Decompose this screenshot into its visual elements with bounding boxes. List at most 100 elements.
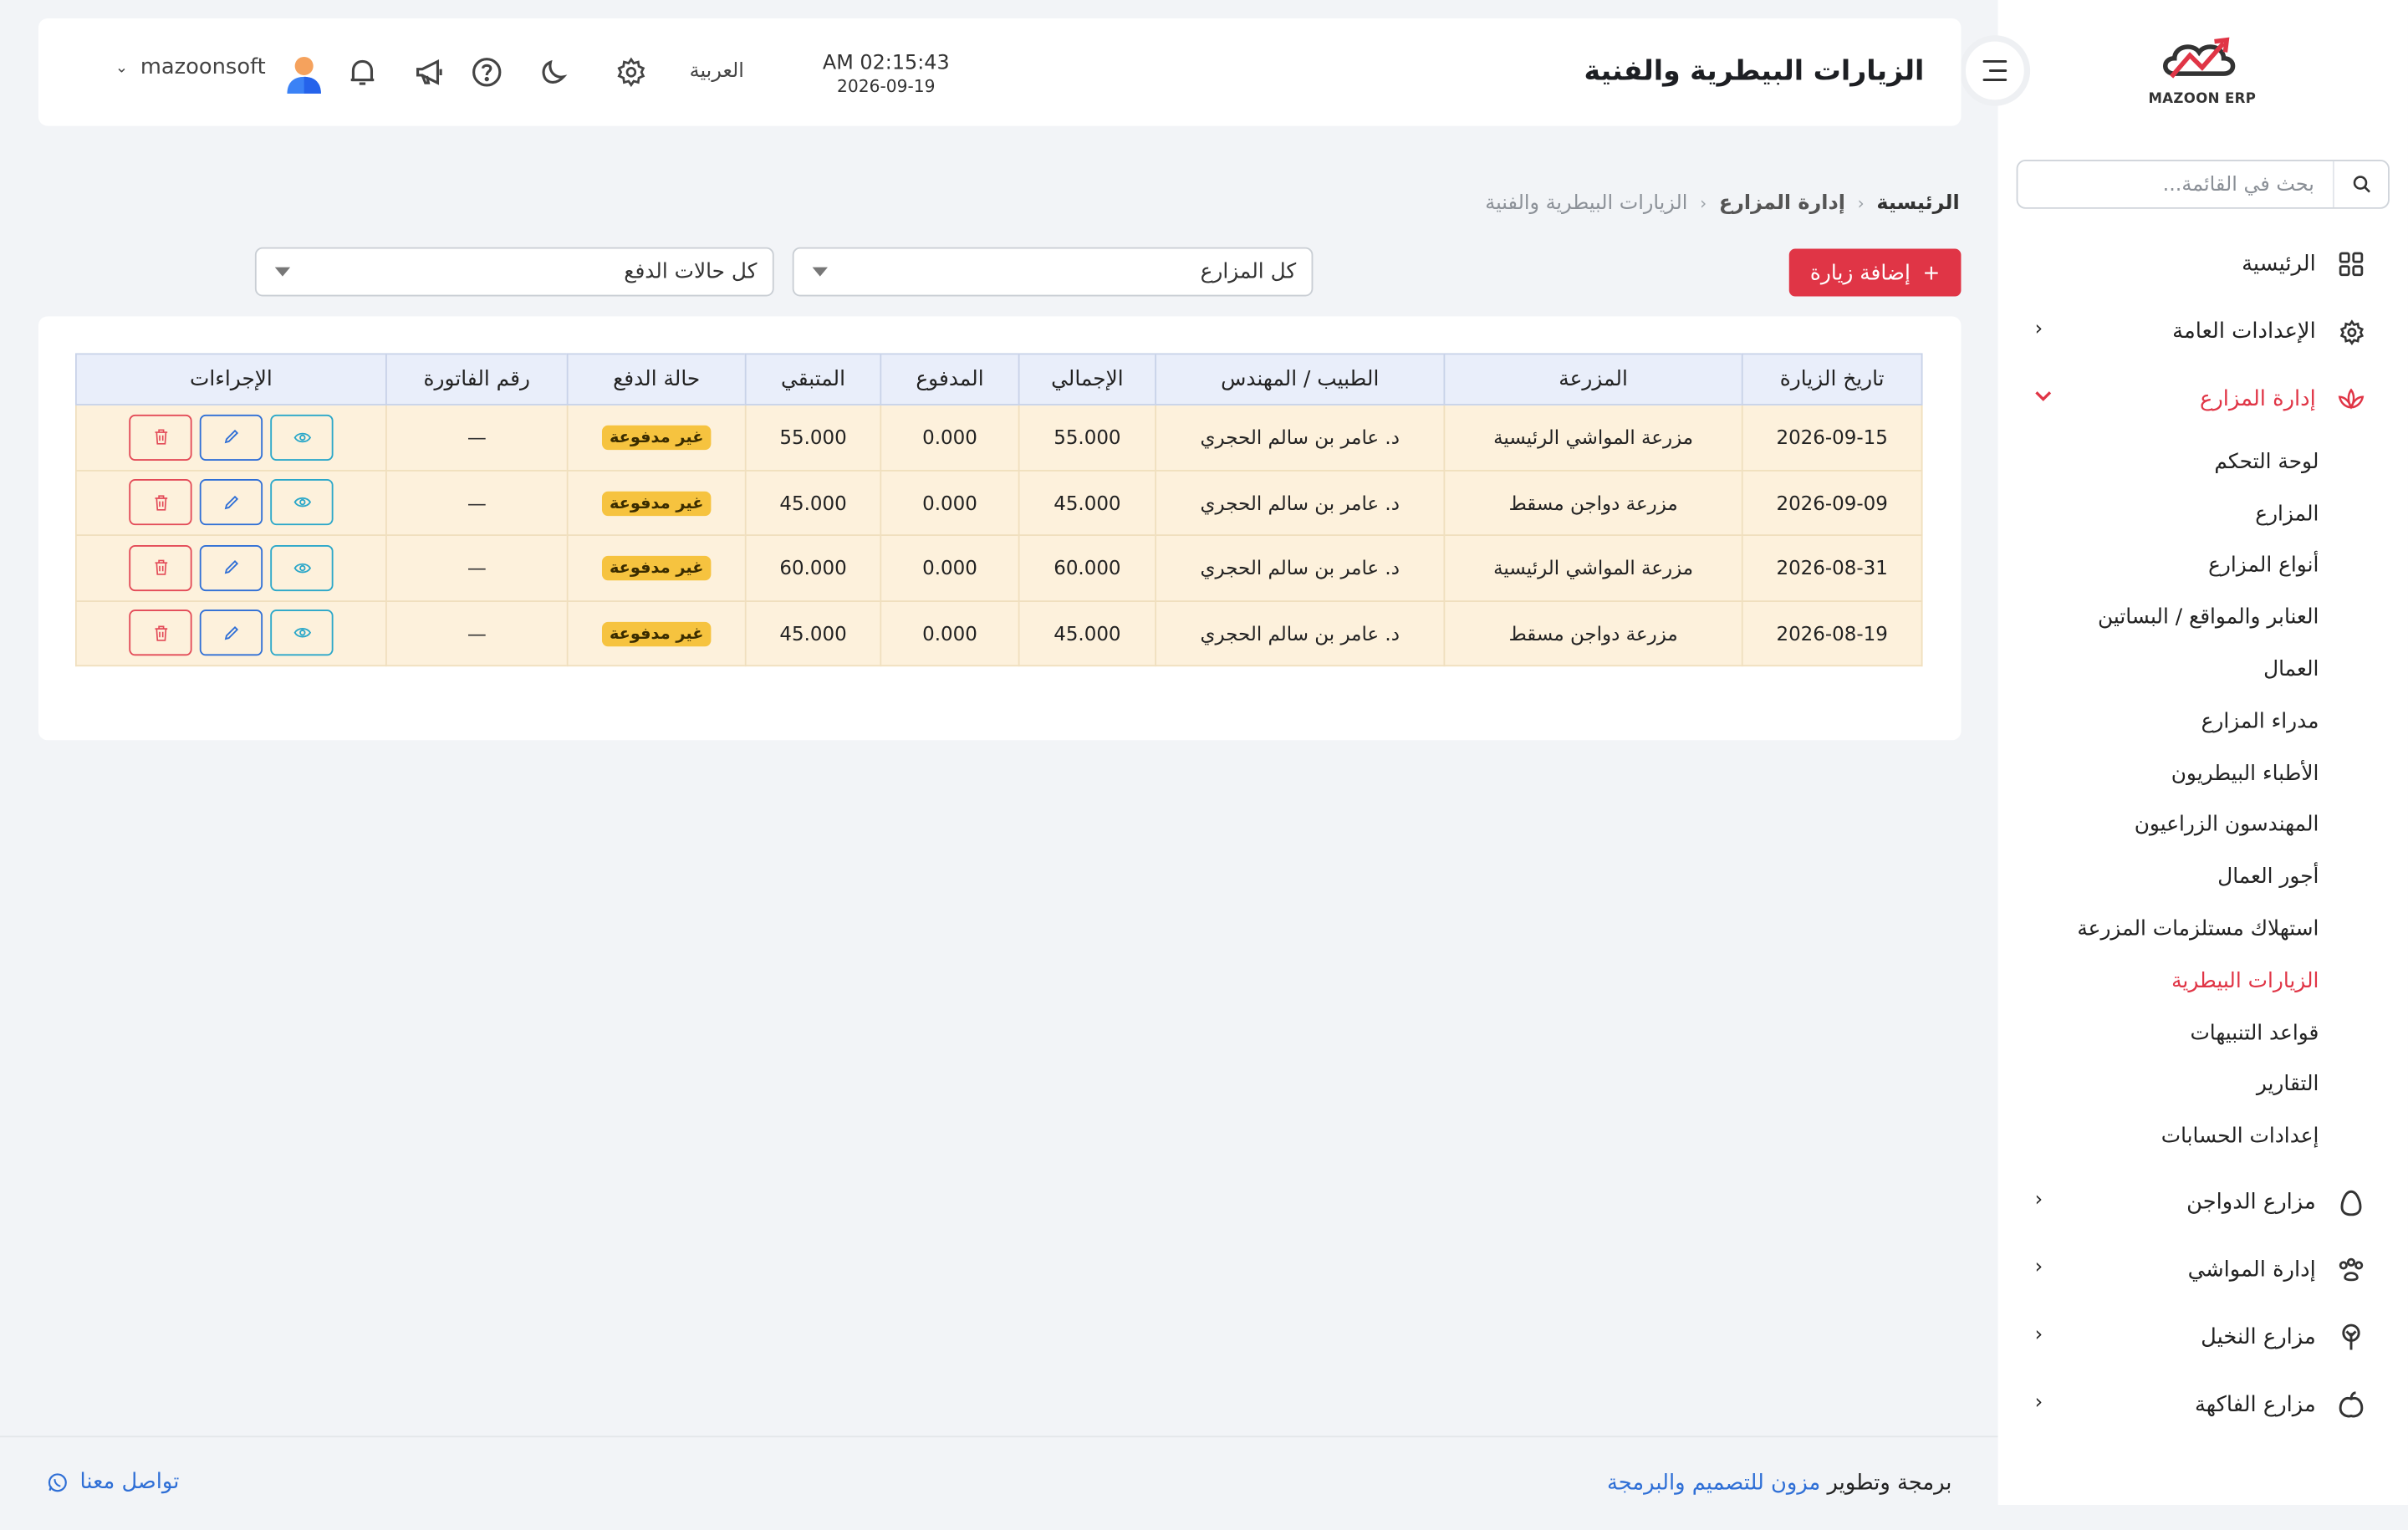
column-header: الإجراءات (74, 353, 387, 405)
payment-status-cell: غير مدفوعة (566, 469, 747, 536)
sidebar-item-home[interactable]: الرئيسية (1998, 231, 2408, 298)
pencil-icon (224, 625, 239, 640)
actions-cell (74, 599, 387, 667)
bell-icon[interactable] (343, 52, 383, 92)
submenu-item-worker-wages[interactable]: أجور العمال (1998, 851, 2408, 903)
remaining-amount: 45.000 (744, 469, 882, 536)
megaphone-icon[interactable] (410, 52, 450, 92)
submenu-item-reports[interactable]: التقارير (1998, 1059, 2408, 1111)
view-button[interactable] (270, 609, 334, 656)
actions-cell (74, 534, 387, 602)
submenu-item-veterinarians[interactable]: الأطباء البيطريون (1998, 747, 2408, 799)
sidebar-item-farm-management[interactable]: إدارة المزارع (1998, 365, 2408, 433)
whatsapp-icon (48, 1472, 67, 1492)
column-header[interactable]: المتبقي (744, 353, 882, 405)
search-icon[interactable] (2332, 161, 2388, 207)
farm-management-submenu: لوحة التحكم المزارع أنواع المزارع العناب… (1998, 433, 2408, 1169)
eye-icon (293, 563, 311, 573)
column-header[interactable]: المدفوع (880, 353, 1020, 405)
clock-time: AM 02:15:43 (822, 52, 950, 75)
pencil-icon (224, 430, 239, 444)
lotus-icon (2334, 382, 2368, 416)
payment-status-filter-select[interactable]: كل حالات الدفع (254, 247, 774, 297)
visits-table-card: تاريخ الزيارة المزرعة الطبيب / المهندس ا… (38, 316, 1962, 741)
sidebar-item-palm-farms[interactable]: مزارع النخيل ‹ (1998, 1304, 2408, 1372)
submenu-item-farm-types[interactable]: أنواع المزارع (1998, 540, 2408, 592)
chevron-left-icon: ‹ (2034, 1188, 2043, 1212)
submenu-item-farms[interactable]: المزارع (1998, 488, 2408, 540)
table-row: 2026-08-19 مزرعة دواجن مسقط د. عامر بن س… (74, 599, 1923, 667)
column-header[interactable]: الإجمالي (1018, 353, 1157, 405)
view-button[interactable] (270, 414, 334, 461)
column-header[interactable]: المزرعة (1443, 353, 1743, 405)
breadcrumb-section[interactable]: إدارة المزارع (1719, 192, 1845, 216)
column-header[interactable]: رقم الفاتورة (385, 353, 569, 405)
submenu-item-vet-visits[interactable]: الزيارات البيطرية (1998, 955, 2408, 1007)
language-switch[interactable]: العربية (690, 60, 744, 84)
sidebar-item-poultry-farms[interactable]: مزارع الدواجن ‹ (1998, 1169, 2408, 1237)
delete-button[interactable] (129, 544, 192, 591)
logo-icon (2163, 37, 2236, 79)
submenu-item-agri-engineers[interactable]: المهندسون الزراعيون (1998, 799, 2408, 851)
view-button[interactable] (270, 479, 334, 526)
breadcrumb-current: الزيارات البيطرية والفنية (1485, 191, 1688, 216)
avatar[interactable] (283, 52, 325, 94)
submenu-item-workers[interactable]: العمال (1998, 644, 2408, 696)
edit-button[interactable] (199, 414, 263, 461)
remaining-amount: 55.000 (744, 404, 882, 471)
visit-date: 2026-08-19 (1741, 599, 1923, 667)
submenu-item-barns[interactable]: العنابر والمواقع / البساتين (1998, 592, 2408, 644)
help-icon[interactable] (467, 52, 507, 92)
paid-amount: 0.000 (880, 534, 1020, 602)
submenu-item-farm-managers[interactable]: مدراء المزارع (1998, 696, 2408, 747)
chevron-left-icon: ‹ (2034, 1256, 2043, 1280)
pencil-icon (224, 560, 239, 574)
edit-button[interactable] (199, 609, 263, 656)
trash-icon (154, 429, 167, 446)
sidebar-item-general-settings[interactable]: الإعدادات العامة ‹ (1998, 298, 2408, 365)
view-button[interactable] (270, 544, 334, 591)
sidebar-item-label: مزارع النخيل (2201, 1325, 2316, 1350)
add-visit-button[interactable]: + إضافة زيارة (1788, 248, 1962, 297)
paid-amount: 0.000 (880, 599, 1020, 667)
logo[interactable]: MAZOON ERP (2144, 33, 2261, 114)
sidebar-search-input[interactable] (2018, 162, 2333, 207)
edit-button[interactable] (199, 479, 263, 526)
breadcrumb-home[interactable]: الرئيسية (1876, 192, 1959, 216)
chevron-down-icon: ⌄ (115, 59, 129, 76)
total-amount: 60.000 (1018, 534, 1157, 602)
column-header[interactable]: تاريخ الزيارة (1741, 353, 1923, 405)
contact-us-link[interactable]: تواصل معنا (48, 1470, 179, 1494)
sidebar-item-livestock[interactable]: إدارة المواشي ‹ (1998, 1237, 2408, 1304)
farm-name: مزرعة المواشي الرئيسية (1443, 534, 1743, 602)
visit-date: 2026-09-15 (1741, 404, 1923, 471)
submenu-item-alert-rules[interactable]: قواعد التنبيهات (1998, 1007, 2408, 1058)
page-title: الزيارات البيطرية والفنية (1584, 55, 1925, 88)
submenu-item-supplies-consumption[interactable]: استهلاك مستلزمات المزرعة (1998, 903, 2408, 955)
credit-link[interactable]: مزون للتصميم والبرمجة (1607, 1471, 1820, 1496)
doctor-name: د. عامر بن سالم الحجري (1155, 469, 1446, 536)
sidebar-toggle-button[interactable] (1959, 35, 2031, 106)
invoice-number: — (385, 469, 569, 536)
gear-icon[interactable] (611, 52, 651, 92)
total-amount: 45.000 (1018, 469, 1157, 536)
chevron-left-icon: ‹ (2034, 1323, 2043, 1348)
delete-button[interactable] (129, 609, 192, 656)
breadcrumb-separator-icon: ‹ (1857, 193, 1865, 214)
column-header[interactable]: حالة الدفع (566, 353, 747, 405)
sidebar-menu: الرئيسية الإعدادات العامة ‹ إدارة المزار… (1998, 231, 2408, 1440)
delete-button[interactable] (129, 479, 192, 526)
palm-icon (2334, 1321, 2368, 1354)
moon-icon[interactable] (534, 52, 574, 92)
column-header[interactable]: الطبيب / المهندس (1155, 353, 1446, 405)
farm-filter-select[interactable]: كل المزارع (792, 247, 1314, 297)
invoice-number: — (385, 599, 569, 667)
edit-button[interactable] (199, 544, 263, 591)
sidebar-item-fruit-farms[interactable]: مزارع الفاكهة ‹ (1998, 1371, 2408, 1439)
user-menu[interactable]: ⌄ mazoonsoft (115, 55, 266, 79)
header-clock: AM 02:15:43 2026-09-19 (794, 52, 978, 96)
delete-button[interactable] (129, 414, 192, 461)
submenu-item-dashboard[interactable]: لوحة التحكم (1998, 436, 2408, 488)
status-badge: غير مدفوعة (601, 491, 712, 516)
submenu-item-account-settings[interactable]: إعدادات الحسابات (1998, 1111, 2408, 1163)
